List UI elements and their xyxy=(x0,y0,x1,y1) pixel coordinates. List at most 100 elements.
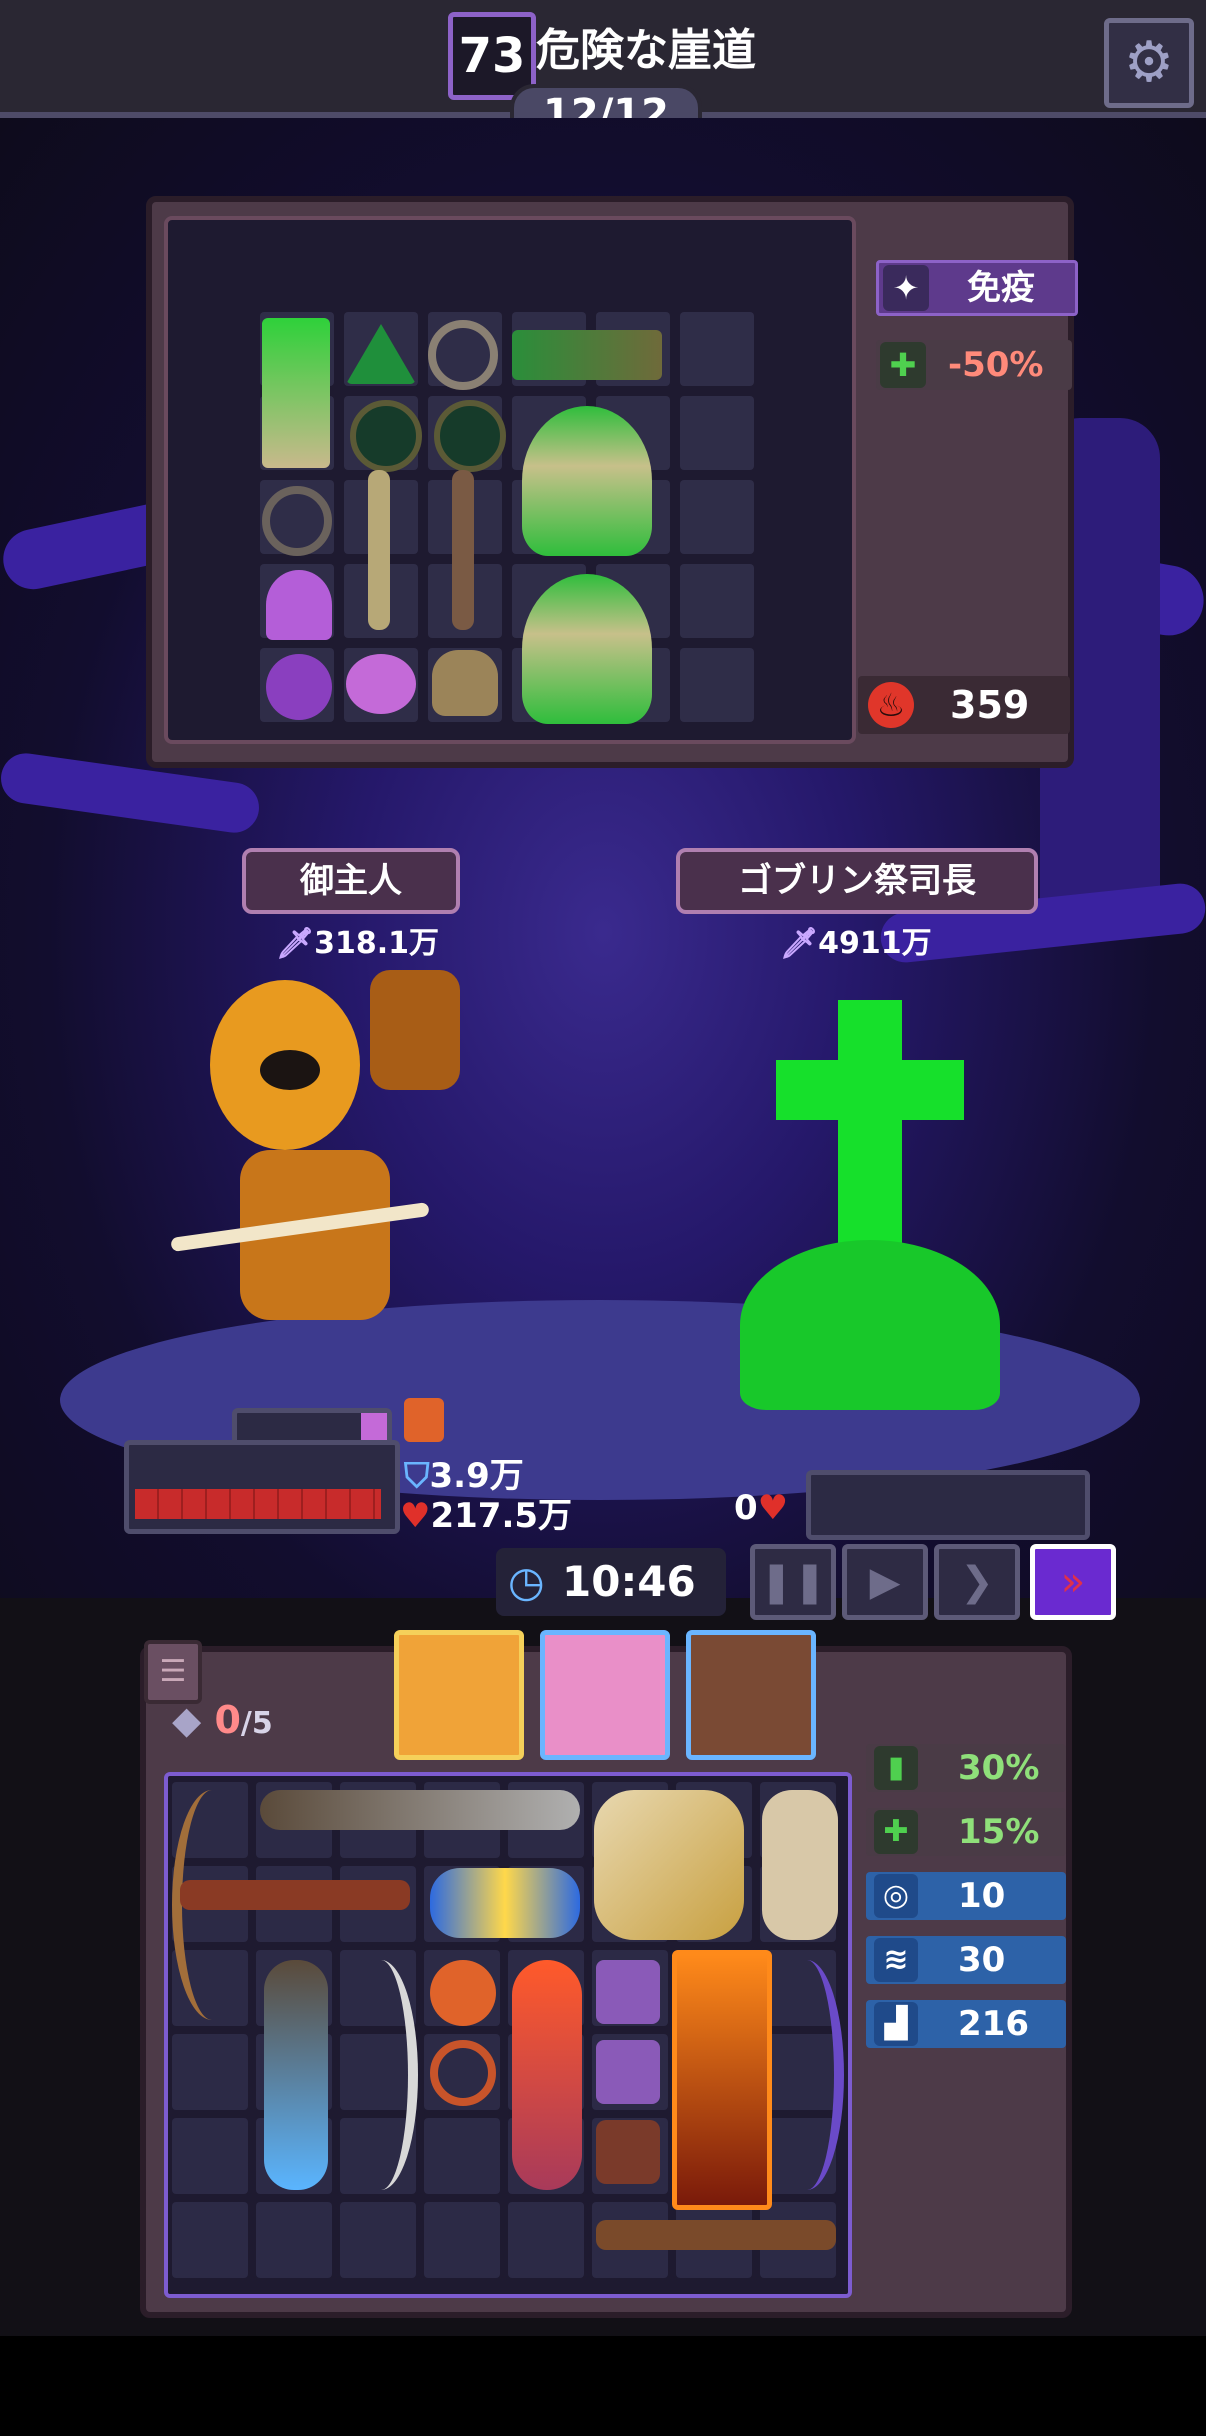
angel-wings-item[interactable] xyxy=(594,1790,744,1940)
enemy-health-frame xyxy=(806,1470,1090,1540)
staff-shaft-item[interactable] xyxy=(368,470,390,630)
bag-stat-tag[interactable]: ≋ 30 xyxy=(866,1936,1066,1984)
purple-pouch-item[interactable] xyxy=(596,1960,660,2024)
play-button[interactable]: ▶ xyxy=(842,1544,928,1620)
bag-stat-tag[interactable]: ✚ 15% xyxy=(866,1808,1066,1856)
coin-bag-item[interactable] xyxy=(432,650,498,716)
green-orb-staff-item[interactable] xyxy=(350,400,422,472)
bag-grid-cell[interactable] xyxy=(256,2202,332,2278)
player-hp-value: 217.5万 xyxy=(430,1496,573,1536)
bag-grid-cell[interactable] xyxy=(508,2202,584,2278)
rage-status-icon xyxy=(404,1398,444,1442)
enemy-inventory-grid xyxy=(164,216,856,744)
purple-pouch-item[interactable] xyxy=(596,2040,660,2104)
player-hp: ♥217.5万 xyxy=(400,1488,572,1537)
fire-ring-item[interactable] xyxy=(430,2040,496,2106)
ring-item[interactable] xyxy=(262,486,332,556)
broom-item[interactable] xyxy=(596,2220,836,2250)
wing-icon: ≋ xyxy=(874,1938,918,1982)
settings-button[interactable]: ⚙ xyxy=(1104,18,1194,108)
immune-label: 免疫 xyxy=(967,268,1035,308)
heal-plus-icon: ✚ xyxy=(874,1810,918,1854)
bag-grid-cell[interactable] xyxy=(172,2034,248,2110)
enemy-grid-cell xyxy=(680,564,754,638)
enemy-character[interactable] xyxy=(720,990,1000,1430)
hero-portrait-archer[interactable] xyxy=(394,1630,524,1760)
green-blade-item[interactable] xyxy=(512,330,662,380)
green-dagger-item[interactable] xyxy=(262,318,330,468)
enemy-grid-cell xyxy=(680,396,754,470)
purple-mushroom-item[interactable] xyxy=(266,654,332,720)
double-chevron-right-icon: » xyxy=(1060,1559,1086,1605)
heal-reduction-tag[interactable]: ✚ -50% xyxy=(876,340,1072,390)
bag-stat-value: 15% xyxy=(958,1812,1040,1852)
fastest-button[interactable]: » xyxy=(1030,1544,1116,1620)
shadow-bow-item[interactable] xyxy=(770,1960,844,2190)
enemy-grid-cell xyxy=(680,648,754,722)
menu-button[interactable]: ☰ xyxy=(144,1640,202,1704)
gem-icon: ◆ xyxy=(172,1698,202,1742)
heal-reduction-label: -50% xyxy=(948,345,1044,385)
purple-mushroom-item[interactable] xyxy=(346,654,416,714)
bag-stat-value: 10 xyxy=(958,1876,1006,1916)
player-hat xyxy=(370,970,460,1090)
heart-icon: ♥ xyxy=(400,1496,431,1536)
fast-button[interactable]: ❯ xyxy=(934,1544,1020,1620)
bone-bow-item[interactable] xyxy=(344,1960,418,2190)
list-icon: ☰ xyxy=(159,1654,187,1689)
bag-stat-tag[interactable]: ◎ 10 xyxy=(866,1872,1066,1920)
stage-title: 危険な崖道 xyxy=(536,25,756,76)
skull-totem-item[interactable] xyxy=(522,574,652,724)
leather-glove-item[interactable] xyxy=(596,2120,660,2184)
player-hp-fill xyxy=(135,1489,381,1519)
vine-bow-item[interactable] xyxy=(264,1960,328,2190)
lightning-scroll-item[interactable] xyxy=(430,1868,580,1938)
bottom-safe-area xyxy=(0,2336,1206,2436)
battle-timer: ◷ 10:46 xyxy=(496,1548,726,1616)
bag-stat-tag[interactable]: ▟ 216 xyxy=(866,2000,1066,2048)
bone-item[interactable] xyxy=(762,1790,838,1940)
slots-used: 0 xyxy=(214,1698,241,1742)
pause-button[interactable]: ❚❚ xyxy=(750,1544,836,1620)
enemy-power: 🗡4911万 xyxy=(780,918,932,962)
bag-grid-cell[interactable] xyxy=(172,2202,248,2278)
tombstone-cross-vertical xyxy=(838,1000,902,1260)
flame-bow-item[interactable] xyxy=(672,1950,772,2210)
tombstone-cross-horizontal xyxy=(776,1060,964,1120)
player-mask xyxy=(260,1050,320,1090)
gear-icon: ⚙ xyxy=(1123,30,1175,95)
staff-shaft-item[interactable] xyxy=(452,470,474,630)
enemy-hp: 0♥ xyxy=(734,1488,788,1528)
enemy-grid-cell xyxy=(680,312,754,386)
hero-portrait-witch[interactable] xyxy=(540,1630,670,1760)
skull-totem-item[interactable] xyxy=(522,406,652,556)
heart-icon: ♥ xyxy=(757,1488,789,1528)
player-character[interactable] xyxy=(170,940,530,1380)
green-orb-staff-item[interactable] xyxy=(434,400,506,472)
enemy-power-value: 4911万 xyxy=(818,926,932,961)
rage-counter: ♨ 359 xyxy=(858,676,1070,734)
ring-item[interactable] xyxy=(428,320,498,390)
fire-bomb-item[interactable] xyxy=(430,1960,496,2026)
spear-item[interactable] xyxy=(260,1790,580,1830)
heal-reduction-icon: ✚ xyxy=(880,342,926,388)
boot-icon: ▟ xyxy=(874,2002,918,2046)
bag-grid-cell[interactable] xyxy=(340,2202,416,2278)
bag-grid-cell[interactable] xyxy=(424,2118,500,2194)
chevron-right-icon: ❯ xyxy=(960,1559,994,1605)
hero-portrait-gargoyle[interactable] xyxy=(686,1630,816,1760)
bag-stat-value: 30% xyxy=(958,1748,1040,1788)
crossbow-item[interactable] xyxy=(180,1880,410,1910)
rage-icon: ♨ xyxy=(868,682,914,728)
enemy-nameplate: ゴブリン祭司長 xyxy=(676,848,1038,914)
immune-tag[interactable]: ✦ 免疫 xyxy=(876,260,1078,316)
bag-stat-tag[interactable]: ▮ 30% xyxy=(866,1744,1066,1792)
bag-grid-cell[interactable] xyxy=(424,2202,500,2278)
sword-icon: 🗡 xyxy=(780,926,819,961)
enemy-hp-value: 0 xyxy=(734,1488,758,1528)
torch-item[interactable] xyxy=(512,1960,582,2190)
pause-icon: ❚❚ xyxy=(759,1559,827,1605)
bag-grid-cell[interactable] xyxy=(172,2118,248,2194)
play-icon: ▶ xyxy=(869,1559,901,1605)
purple-mushroom-item[interactable] xyxy=(266,570,332,640)
